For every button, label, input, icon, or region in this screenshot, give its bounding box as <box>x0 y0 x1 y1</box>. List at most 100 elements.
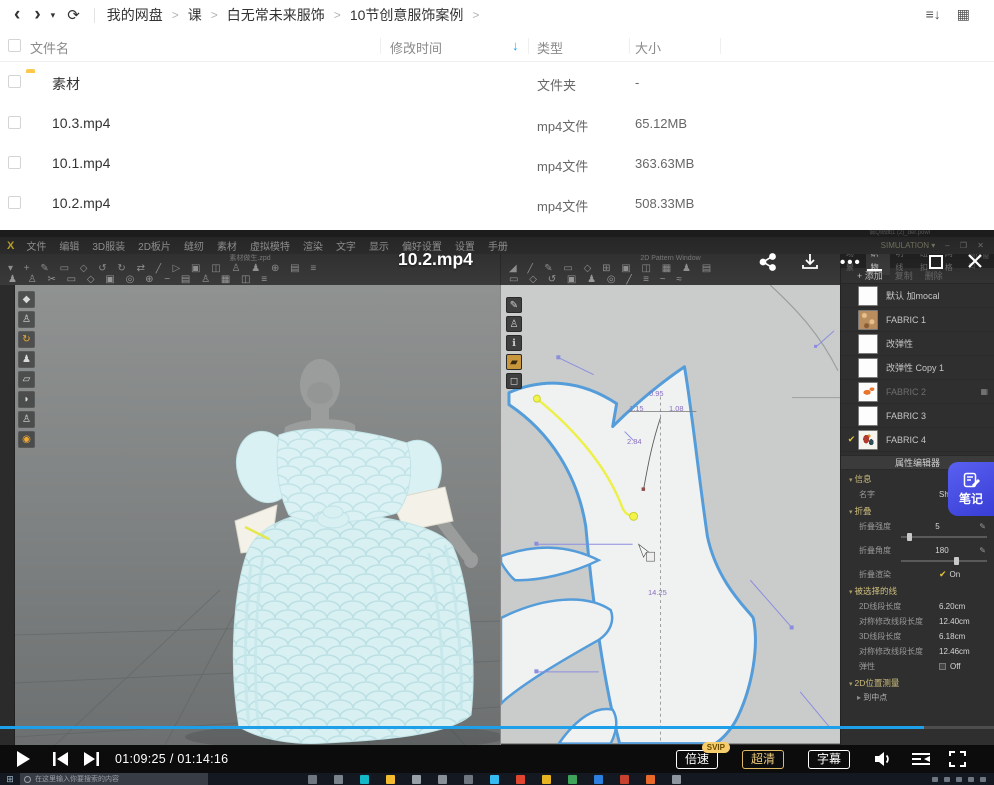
sort-icon[interactable]: ≡↓ <box>926 6 941 23</box>
md-menu-file: 文件 <box>26 238 46 253</box>
refresh-icon[interactable]: ⟳ <box>67 6 80 24</box>
playlist-icon[interactable] <box>911 752 931 766</box>
more-options-icon[interactable]: ••• <box>840 254 862 271</box>
svip-badge: SVIP <box>702 742 730 753</box>
md-menu-display: 显示 <box>369 238 389 253</box>
md-menubar: X 文件 编辑 3D服装 2D板片 缝纫 素材 虚拟模特 渲染 文字 显示 偏好… <box>0 237 994 254</box>
next-button[interactable] <box>84 752 100 766</box>
md-menu-3d-garment: 3D服装 <box>92 238 125 253</box>
sort-desc-icon[interactable]: ↓ <box>512 38 519 53</box>
fabric-thumb <box>858 358 878 378</box>
fullscreen-icon[interactable] <box>949 751 966 767</box>
table-row-video[interactable]: 10.3.mp4 mp4文件 65.12MB <box>0 103 994 143</box>
forward-button[interactable]: › <box>34 4 40 26</box>
row-checkbox[interactable] <box>8 116 21 129</box>
breadcrumb-separator: > <box>472 8 479 22</box>
seek-bar[interactable] <box>0 726 994 729</box>
history-dropdown-icon[interactable]: ▾ <box>51 10 56 21</box>
md-titlebar: 诚Q贴图1 (2)_der.powl <box>0 230 994 237</box>
md-menu-2d-pattern: 2D板片 <box>138 238 171 253</box>
volume-icon[interactable] <box>874 751 893 767</box>
breadcrumb-folder[interactable]: 白无常未来服饰 <box>227 5 325 25</box>
fold-render-value: On <box>950 570 961 579</box>
share-icon[interactable] <box>758 252 778 277</box>
md-library-strip <box>0 285 15 745</box>
file-name[interactable]: 10.3.mp4 <box>52 115 110 131</box>
view-grid-icon[interactable]: ▦ <box>957 6 970 23</box>
checkbox-off-icon <box>939 663 946 670</box>
3d-scene <box>15 285 500 745</box>
md-3d-viewport: ◆ ♙ ↻ ♟ ▱ ◗ ♙ ◉ <box>15 285 500 745</box>
close-button[interactable] <box>966 252 984 275</box>
table-row-video[interactable]: 10.2.mp4 mp4文件 508.33MB <box>0 183 994 223</box>
fabric-list-item: 改弹性 <box>841 332 994 356</box>
fabric-list-item: FABRIC 2 ▦ <box>841 380 994 404</box>
time-display: 01:09:25 / 01:14:16 <box>115 752 228 766</box>
taskbar-tray[interactable] <box>932 777 986 782</box>
note-icon <box>963 472 980 488</box>
notes-button[interactable]: 笔记 <box>948 462 994 516</box>
column-modified[interactable]: 修改时间 <box>390 38 442 57</box>
table-row-video[interactable]: 10.1.mp4 mp4文件 363.63MB <box>0 143 994 183</box>
select-all-checkbox[interactable] <box>8 39 21 52</box>
download-icon[interactable] <box>800 252 820 277</box>
file-size: - <box>635 75 639 90</box>
subtitle-button[interactable]: 字幕 <box>808 750 850 769</box>
player-controls: 01:09:25 / 01:14:16 倍速 SVIP 超清 字幕 <box>0 745 994 773</box>
speed-button[interactable]: 倍速 SVIP <box>676 750 718 769</box>
breadcrumb-separator: > <box>172 8 179 22</box>
play-button[interactable] <box>16 751 30 767</box>
row-checkbox[interactable] <box>8 156 21 169</box>
file-table-header: 文件名 修改时间 ↓ 类型 大小 <box>0 30 994 62</box>
md-avatar-icon: ♟ <box>18 351 35 368</box>
back-button[interactable]: ‹ <box>14 4 20 26</box>
taskbar-search[interactable]: 在这里输入你要搜索的内容 <box>20 773 208 785</box>
taskbar-apps[interactable] <box>308 774 681 784</box>
edit-pen-icon: ✎ <box>979 546 986 555</box>
fabric-list-item: 默认 加mocal <box>841 284 994 308</box>
file-name[interactable]: 10.2.mp4 <box>52 195 110 211</box>
md-2d-viewport: 0.95 1.15 1.08 2.84 14.25 ✎ ♙ ℹ ▰ ◻ <box>500 285 840 745</box>
md-3d-toolbar-row2: ♟ ♙ ✂ ▭ ◇ ▣ ◎ ⊕ − ▤ ♙ ▦ ◫ ≡ <box>0 274 500 285</box>
fabric-thumb <box>858 406 878 426</box>
row-checkbox[interactable] <box>8 196 21 209</box>
breadcrumb-current-folder[interactable]: 10节创意服饰案例 <box>350 5 464 25</box>
fabric-list-item-selected: ✔ FABRIC 4 <box>841 428 994 452</box>
breadcrumb-separator: > <box>334 8 341 22</box>
md-mannequin-icon: ♙ <box>18 411 35 428</box>
divider <box>528 38 529 54</box>
column-size[interactable]: 大小 <box>635 38 661 57</box>
quality-button[interactable]: 超清 <box>742 750 784 769</box>
md-window-buttons: – ❐ ✕ <box>945 241 988 250</box>
fold-strength-row: 折叠强度 5 ✎ <box>841 519 994 543</box>
previous-button[interactable] <box>52 752 68 766</box>
file-name[interactable]: 素材 <box>52 74 80 94</box>
md-dim-icon: ◻ <box>506 373 522 389</box>
fabric-thumb <box>858 286 878 306</box>
prop-name-label: 名字 <box>859 489 939 500</box>
start-button[interactable]: ⊞ <box>0 773 20 785</box>
row-checkbox[interactable] <box>8 75 21 88</box>
breadcrumb-my-drive[interactable]: 我的网盘 <box>107 5 163 25</box>
md-fabric-highlight-icon: ▰ <box>506 354 522 370</box>
md-menu-sewing: 缝纫 <box>184 238 204 253</box>
md-pen-icon: ✎ <box>506 297 522 313</box>
note-label: 笔记 <box>959 490 983 507</box>
fabric-list-item: FABRIC 1 <box>841 308 994 332</box>
column-type[interactable]: 类型 <box>537 38 563 57</box>
file-size: 363.63MB <box>635 156 694 171</box>
minimize-button[interactable] <box>866 260 884 278</box>
md-2d-window-label: 2D Pattern Window <box>501 254 840 263</box>
section-2d-position: 2D位置测量 <box>841 674 994 691</box>
breadcrumb-course[interactable]: 课 <box>188 5 202 25</box>
video-frame[interactable]: 诚Q贴图1 (2)_der.powl X 文件 编辑 3D服装 2D板片 缝纫 … <box>0 230 994 745</box>
fold-render-label: 折叠渲染 <box>859 569 939 580</box>
video-player: 诚Q贴图1 (2)_der.powl X 文件 编辑 3D服装 2D板片 缝纫 … <box>0 230 994 773</box>
file-name[interactable]: 10.1.mp4 <box>52 155 110 171</box>
column-filename[interactable]: 文件名 <box>30 38 69 57</box>
maximize-button[interactable] <box>928 254 944 275</box>
measurement-label: 1.15 <box>629 404 644 413</box>
divider <box>629 38 630 54</box>
table-row-folder[interactable]: 素材 文件夹 - <box>0 62 994 102</box>
fabric-thumb <box>858 334 878 354</box>
